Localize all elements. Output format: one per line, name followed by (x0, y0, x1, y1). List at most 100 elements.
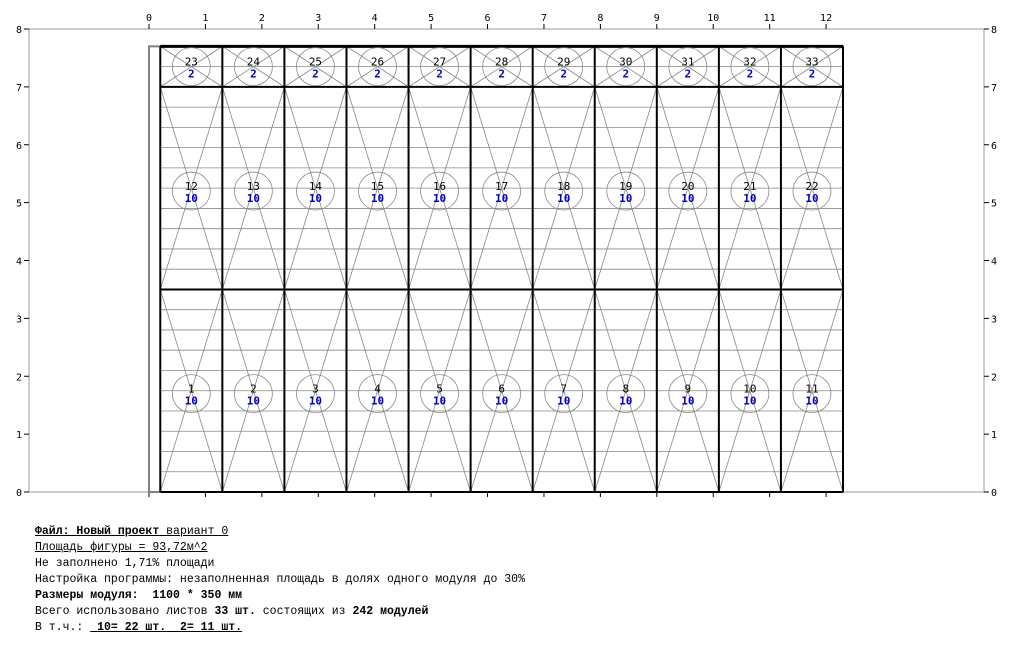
sheet-module-count: 2 (188, 68, 195, 81)
sheet-module-count: 2 (685, 68, 692, 81)
file-label: Файл: (35, 525, 70, 538)
y-tick-label-left: 5 (16, 199, 22, 210)
sheet-module-count: 2 (809, 68, 816, 81)
y-tick-label-left: 0 (16, 488, 22, 499)
y-tick-label-right: 4 (991, 257, 997, 268)
y-tick-label-left: 7 (16, 83, 22, 94)
sheet-module-count: 10 (309, 395, 322, 408)
x-tick-label-bottom: 9 (654, 499, 660, 500)
x-tick-label-bottom: 11 (764, 499, 776, 500)
x-tick-label-bottom: 5 (428, 499, 434, 500)
including-2: 2= 11 шт. (179, 621, 243, 634)
y-tick-label-right: 2 (991, 372, 997, 383)
including-label: В т.ч.: (35, 621, 84, 634)
x-tick-label-bottom: 0 (146, 499, 152, 500)
module-size-line: Размеры модуля: 1100 * 350 мм (35, 588, 525, 604)
sheet-module-count: 10 (743, 395, 756, 408)
y-tick-label-left: 4 (16, 257, 22, 268)
sheet-module-count: 2 (622, 68, 629, 81)
total-sheets: 33 шт. (214, 605, 256, 618)
sheet-module-count: 10 (681, 395, 694, 408)
x-tick-label-bottom: 4 (372, 499, 378, 500)
plot-frame (28, 28, 985, 493)
sheet-module-count: 10 (185, 395, 198, 408)
x-tick-label-top: 12 (820, 13, 832, 24)
including-line: В т.ч.: 10= 22 шт. 2= 11 шт. (35, 620, 525, 636)
sheet-module-count: 10 (619, 395, 632, 408)
sheet-module-count: 10 (805, 192, 818, 205)
module-size-label: Размеры модуля: (35, 589, 139, 602)
y-tick-label-left: 8 (16, 25, 22, 36)
y-tick-label-left: 2 (16, 372, 22, 383)
sheet-module-count: 10 (247, 192, 260, 205)
y-tick-label-left: 3 (16, 314, 22, 325)
area-text: Площадь фигуры = 93,72м^2 (35, 541, 208, 554)
x-tick-label-bottom: 6 (485, 499, 491, 500)
x-tick-label-top: 9 (654, 13, 660, 24)
sheet-module-count: 10 (681, 192, 694, 205)
x-tick-label-top: 10 (707, 13, 719, 24)
sheet-module-count: 10 (619, 192, 632, 205)
y-tick-label-left: 1 (16, 430, 22, 441)
sheet-module-count: 2 (498, 68, 505, 81)
including-10: 10= 22 шт. (97, 621, 167, 634)
y-tick-label-right: 6 (991, 141, 997, 152)
y-tick-label-right: 1 (991, 430, 997, 441)
x-tick-label-bottom: 3 (315, 499, 321, 500)
sheet-module-count: 10 (805, 395, 818, 408)
x-tick-label-bottom: 2 (259, 499, 265, 500)
sheet-module-count: 10 (247, 395, 260, 408)
x-tick-label-top: 8 (597, 13, 603, 24)
x-tick-label-top: 7 (541, 13, 547, 24)
x-tick-label-top: 1 (202, 13, 208, 24)
x-tick-label-top: 0 (146, 13, 152, 24)
x-tick-label-top: 11 (764, 13, 776, 24)
sheet-module-count: 10 (185, 192, 198, 205)
sheet-module-count: 2 (747, 68, 754, 81)
sheet-module-count: 10 (557, 395, 570, 408)
sheet-module-count: 2 (374, 68, 381, 81)
unfilled-line: Не заполнено 1,71% площади (35, 557, 215, 570)
file-name: Новый проект (76, 525, 160, 538)
x-tick-label-top: 2 (259, 13, 265, 24)
sheet-module-count: 10 (495, 395, 508, 408)
sheet-module-count: 2 (560, 68, 567, 81)
variant-label: вариант 0 (166, 525, 229, 538)
file-line: Файл: Новый проект вариант 0 (35, 524, 525, 540)
x-tick-label-top: 3 (315, 13, 321, 24)
y-tick-label-right: 7 (991, 83, 997, 94)
total-prefix: Всего использовано листов (35, 605, 208, 618)
y-tick-label-left: 6 (16, 141, 22, 152)
area-line: Площадь фигуры = 93,72м^2 (35, 540, 525, 556)
layout-drawing: 0011223344556677889910101111121200112233… (16, 13, 997, 500)
settings-line: Настройка программы: незаполненная площа… (35, 573, 525, 586)
sheet-module-count: 10 (495, 192, 508, 205)
sheet-module-count: 10 (433, 395, 446, 408)
x-tick-label-top: 6 (485, 13, 491, 24)
x-tick-label-top: 4 (372, 13, 378, 24)
total-modules: 242 модулей (352, 605, 429, 618)
total-mid: состоящих из (262, 605, 346, 618)
x-tick-label-bottom: 8 (597, 499, 603, 500)
x-tick-label-top: 5 (428, 13, 434, 24)
total-line: Всего использовано листов 33 шт. состоящ… (35, 604, 525, 620)
sheet-module-count: 10 (557, 192, 570, 205)
sheet-module-count: 2 (436, 68, 443, 81)
sheet-module-count: 10 (309, 192, 322, 205)
x-tick-label-bottom: 10 (707, 499, 719, 500)
sheet-module-count: 10 (743, 192, 756, 205)
sheet-module-count: 2 (312, 68, 319, 81)
y-tick-label-right: 8 (991, 25, 997, 36)
sheet-module-count: 10 (371, 192, 384, 205)
y-tick-label-right: 5 (991, 199, 997, 210)
project-info: Файл: Новый проект вариант 0 Площадь фиг… (35, 524, 525, 636)
x-tick-label-bottom: 12 (820, 499, 832, 500)
x-tick-label-bottom: 7 (541, 499, 547, 500)
module-size-value: 1100 * 350 мм (152, 589, 243, 602)
sheet-module-count: 10 (433, 192, 446, 205)
sheet-module-count: 2 (250, 68, 257, 81)
y-tick-label-right: 0 (991, 488, 997, 499)
sheet-module-count: 10 (371, 395, 384, 408)
y-tick-label-right: 3 (991, 314, 997, 325)
x-tick-label-bottom: 1 (202, 499, 208, 500)
